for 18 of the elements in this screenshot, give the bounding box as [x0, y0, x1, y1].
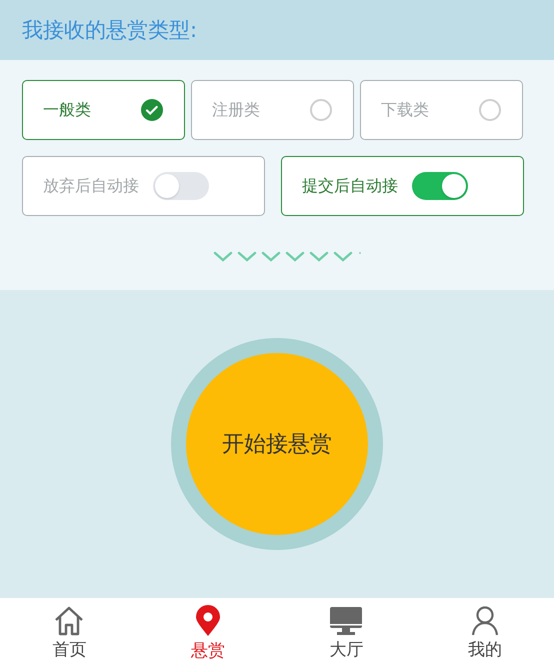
- option-label: 放弃后自动接: [43, 176, 139, 196]
- nav-tab[interactable]: 我的: [416, 598, 554, 668]
- checkmark-icon: [140, 98, 164, 122]
- monitor-icon: [329, 606, 364, 636]
- radio-icon: [309, 98, 333, 122]
- start-button[interactable]: 开始接悬赏: [186, 353, 368, 535]
- nav-tab[interactable]: 悬赏: [138, 598, 277, 668]
- user-icon: [470, 606, 500, 636]
- nav-tab[interactable]: 大厅: [277, 598, 416, 668]
- option-label: 提交后自动接: [302, 176, 398, 196]
- radio-icon: [478, 98, 502, 122]
- location-pin-icon: [194, 604, 221, 636]
- home-icon: [53, 606, 86, 636]
- toggle-switch[interactable]: [412, 172, 468, 200]
- header-title: 我接收的悬赏类型:: [22, 17, 198, 44]
- category-option[interactable]: 一般类: [22, 80, 185, 140]
- toggle-switch[interactable]: [153, 172, 209, 200]
- nav-tab[interactable]: 首页: [0, 598, 138, 668]
